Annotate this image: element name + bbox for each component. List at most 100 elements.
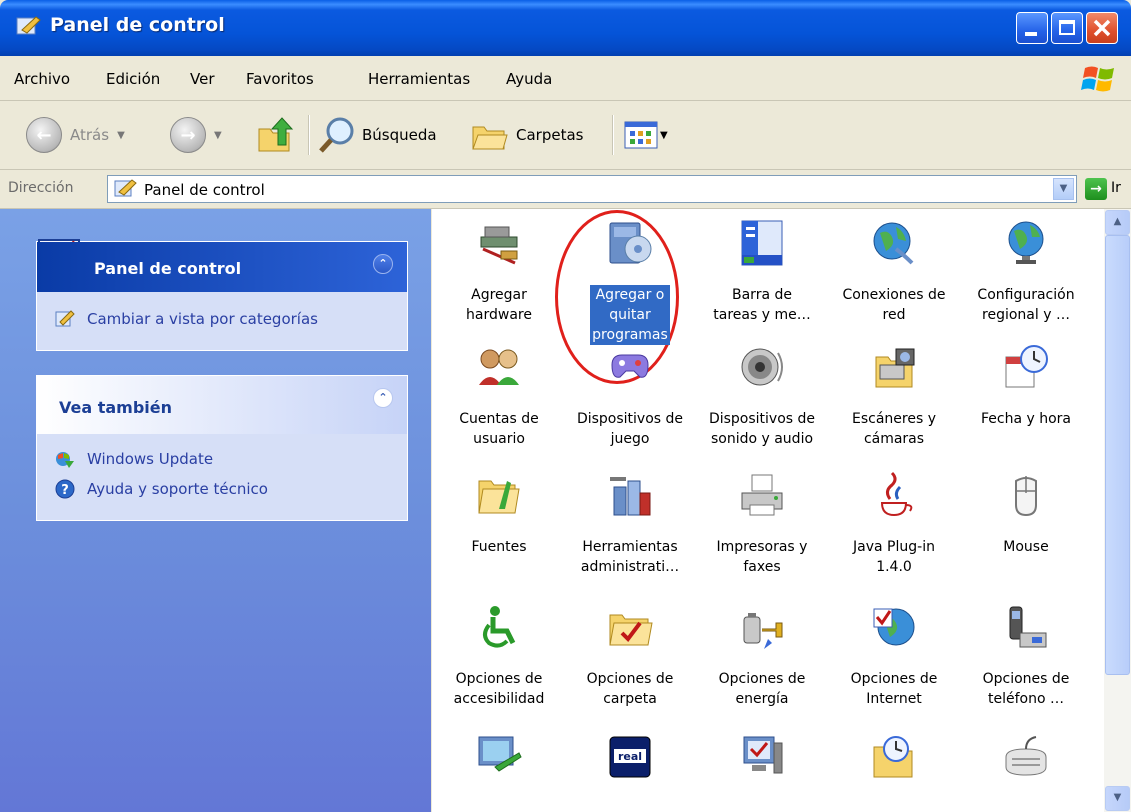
control-panel-box: Panel de control ⌃ Cambiar a vista por c… xyxy=(36,239,408,351)
accessibility-icon xyxy=(475,603,523,651)
search-label: Búsqueda xyxy=(362,126,437,144)
control-panel-item[interactable]: Impresoras y faxes xyxy=(696,471,828,577)
control-panel-item[interactable] xyxy=(960,733,1092,799)
control-panel-item[interactable] xyxy=(696,733,828,799)
control-panel-item[interactable]: Dispositivos de sonido y audio xyxy=(696,343,828,449)
go-label[interactable]: Ir xyxy=(1111,180,1121,196)
forward-dropdown-icon[interactable]: ▼ xyxy=(214,130,222,141)
control-panel-item[interactable]: Agregar o quitar programas xyxy=(564,219,696,345)
gamepad-icon xyxy=(606,343,654,391)
views-button[interactable]: ▼ xyxy=(624,113,668,157)
item-label: Opciones de teléfono … xyxy=(982,671,1070,707)
control-panel-item[interactable]: Opciones de teléfono … xyxy=(960,603,1092,709)
item-label: Herramientas administrati… xyxy=(580,539,680,575)
go-arrow-icon[interactable]: → xyxy=(1085,178,1107,200)
address-field[interactable]: Panel de control ▼ xyxy=(107,175,1077,203)
up-folder-icon xyxy=(258,117,294,152)
hardware-icon xyxy=(475,219,523,267)
views-dropdown-icon[interactable]: ▼ xyxy=(660,130,668,141)
menu-favoritos[interactable]: Favoritos xyxy=(246,70,314,88)
control-panel-item[interactable]: Opciones de carpeta xyxy=(564,603,696,709)
folder-options-icon xyxy=(606,603,654,651)
back-dropdown-icon[interactable]: ▼ xyxy=(117,130,125,141)
folders-label: Carpetas xyxy=(516,126,584,144)
menu-bar: Archivo Edición Ver Favoritos Herramient… xyxy=(0,56,1131,101)
control-panel-item[interactable]: Opciones de Internet xyxy=(828,603,960,709)
control-panel-title: Panel de control xyxy=(94,259,242,278)
control-panel-item[interactable]: Cuentas de usuario xyxy=(433,343,565,449)
control-panel-window: Panel de control Archivo Edición Ver Fav… xyxy=(0,0,1131,812)
scroll-down-icon[interactable]: ▼ xyxy=(1105,786,1130,811)
control-panel-item[interactable]: Configuración regional y … xyxy=(960,219,1092,325)
internet-globe-icon xyxy=(870,603,918,651)
window-title: Panel de control xyxy=(50,14,225,36)
scanner-icon xyxy=(870,343,918,391)
collapse-chevron-icon[interactable]: ⌃ xyxy=(373,254,393,274)
help-support-link[interactable]: ? Ayuda y soporte técnico xyxy=(55,474,395,504)
icons-view: Agregar hardware Agregar o quitar program… xyxy=(432,209,1104,812)
power-icon xyxy=(738,603,786,651)
svg-text:real: real xyxy=(618,750,642,763)
control-panel-item[interactable]: Opciones de energía xyxy=(696,603,828,709)
control-panel-item[interactable]: Escáneres y cámaras xyxy=(828,343,960,449)
forward-button[interactable]: → ▼ xyxy=(170,113,222,157)
control-panel-item[interactable]: Java Plug-in 1.4.0 xyxy=(828,471,960,577)
title-bar[interactable]: Panel de control xyxy=(0,0,1131,56)
back-label: Atrás xyxy=(70,126,110,144)
close-icon xyxy=(1093,19,1111,37)
control-panel-item[interactable]: Agregar hardware xyxy=(433,219,565,325)
collapse-chevron-icon[interactable]: ⌃ xyxy=(373,388,393,408)
system-icon xyxy=(738,733,786,781)
menu-ver[interactable]: Ver xyxy=(190,70,215,88)
control-panel-item[interactable]: Conexiones de red xyxy=(828,219,960,325)
scroll-up-icon[interactable]: ▲ xyxy=(1105,210,1130,235)
item-label: Opciones de accesibilidad xyxy=(453,671,545,707)
item-label: Barra de tareas y me… xyxy=(713,287,811,323)
item-label: Agregar hardware xyxy=(466,287,532,323)
address-value: Panel de control xyxy=(144,181,265,199)
switch-category-view-label: Cambiar a vista por categorías xyxy=(87,310,318,328)
item-label: Escáneres y cámaras xyxy=(852,411,936,447)
folders-icon xyxy=(472,126,508,150)
control-panel-item[interactable] xyxy=(828,733,960,799)
item-label: Java Plug-in 1.4.0 xyxy=(853,539,935,575)
add-remove-programs-icon xyxy=(606,219,654,267)
up-folder-button[interactable] xyxy=(256,113,296,157)
control-panel-item[interactable]: Dispositivos de juego xyxy=(564,343,696,449)
menu-edicion[interactable]: Edición xyxy=(106,70,160,88)
menu-herramientas[interactable]: Herramientas xyxy=(368,70,470,88)
maximize-button[interactable] xyxy=(1051,12,1083,44)
vertical-scrollbar[interactable]: ▲ ▼ xyxy=(1104,209,1131,812)
control-panel-item[interactable]: Fuentes xyxy=(433,471,565,557)
control-panel-item[interactable]: Opciones de accesibilidad xyxy=(433,603,565,709)
address-label: Dirección xyxy=(8,180,74,196)
menu-archivo[interactable]: Archivo xyxy=(14,70,70,88)
control-panel-item[interactable]: Mouse xyxy=(960,471,1092,557)
minimize-button[interactable] xyxy=(1016,12,1048,44)
control-panel-item[interactable]: Fecha y hora xyxy=(960,343,1092,429)
search-button[interactable]: Búsqueda xyxy=(318,113,437,157)
switch-category-view-link[interactable]: Cambiar a vista por categorías xyxy=(55,304,395,334)
see-also-title: Vea también xyxy=(59,398,173,417)
item-label: Agregar o quitar programas xyxy=(590,285,670,345)
item-label: Dispositivos de juego xyxy=(576,411,684,447)
views-icon xyxy=(624,121,658,149)
windows-update-label: Windows Update xyxy=(87,450,214,468)
scroll-thumb[interactable] xyxy=(1105,235,1130,675)
item-label: Cuentas de usuario xyxy=(459,411,539,447)
back-button[interactable]: ← Atrás ▼ xyxy=(26,113,125,157)
control-panel-item[interactable] xyxy=(433,733,565,799)
address-dropdown-icon[interactable]: ▼ xyxy=(1053,178,1074,200)
see-also-header[interactable]: Vea también ⌃ xyxy=(37,376,407,434)
windows-update-link[interactable]: Windows Update xyxy=(55,444,395,474)
control-panel-item[interactable]: Barra de tareas y me… xyxy=(696,219,828,325)
mouse-icon xyxy=(1002,471,1050,519)
folders-button[interactable]: Carpetas xyxy=(470,113,583,157)
keyboard-icon xyxy=(1002,733,1050,781)
menu-ayuda[interactable]: Ayuda xyxy=(506,70,552,88)
control-panel-item[interactable]: Herramientas administrati… xyxy=(564,471,696,577)
control-panel-header[interactable]: Panel de control ⌃ xyxy=(37,242,407,292)
display-icon xyxy=(475,733,523,781)
close-button[interactable] xyxy=(1086,12,1118,44)
control-panel-item[interactable]: real xyxy=(564,733,696,799)
